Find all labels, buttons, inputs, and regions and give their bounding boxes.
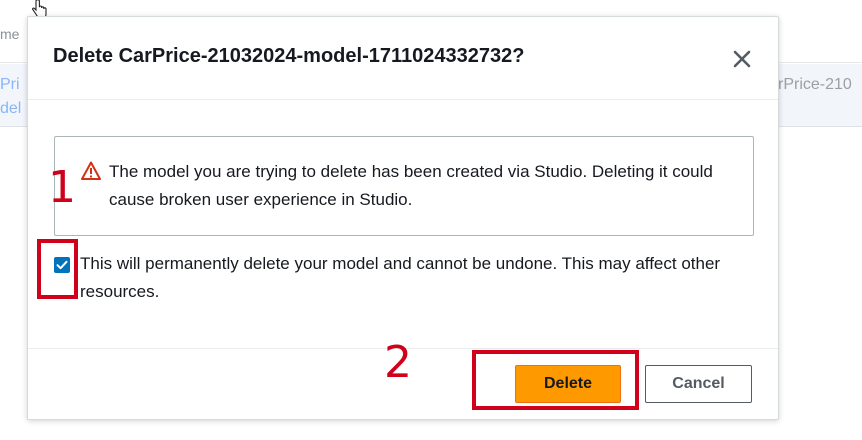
warning-icon xyxy=(81,161,101,180)
annotation-step-1-highlight xyxy=(37,239,78,299)
annotation-step-2-number: 2 xyxy=(384,337,412,388)
background-row-link-2: del xyxy=(0,100,22,117)
dialog-title: Delete CarPrice-21032024-model-171102433… xyxy=(53,45,525,67)
background-header-text: me xyxy=(0,26,20,42)
confirm-delete-label[interactable]: This will permanently delete your model … xyxy=(80,250,730,306)
dialog-header: Delete CarPrice-21032024-model-171102433… xyxy=(28,17,778,100)
close-icon xyxy=(733,50,751,68)
background-row-text: rPrice-210 xyxy=(778,76,852,93)
close-button[interactable] xyxy=(728,45,756,73)
annotation-step-2-highlight xyxy=(472,350,639,410)
cancel-button[interactable]: Cancel xyxy=(645,365,752,403)
background-row-link: Pri xyxy=(0,76,20,93)
studio-warning-alert: The model you are trying to delete has b… xyxy=(54,136,754,236)
annotation-step-1-number: 1 xyxy=(48,162,76,213)
dialog-body: The model you are trying to delete has b… xyxy=(28,100,778,348)
alert-message: The model you are trying to delete has b… xyxy=(109,162,713,209)
